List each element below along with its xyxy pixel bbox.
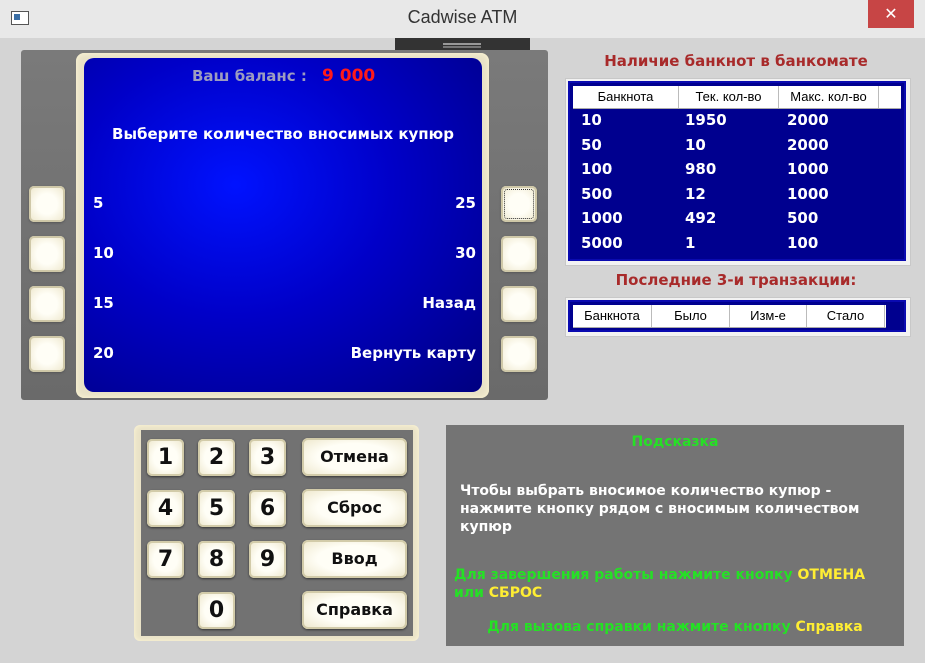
- table-cell: 500: [581, 185, 613, 203]
- table-cell: 1000: [581, 209, 623, 227]
- hint-text-part: Для завершения работы нажмите кнопку: [454, 567, 798, 583]
- transactions-table: Банкнота Было Изм-е Стало: [568, 300, 906, 332]
- key-0[interactable]: 0: [198, 592, 235, 629]
- option-right-4: Вернуть карту: [350, 344, 476, 362]
- table-cell: 10: [581, 111, 602, 129]
- key-5[interactable]: 5: [198, 490, 235, 527]
- close-button[interactable]: ✕: [868, 0, 914, 28]
- side-button-right-3[interactable]: [501, 286, 537, 322]
- column-header[interactable]: Стало: [807, 305, 885, 327]
- atm-window: Cadwise ATM ✕ Ваш баланс : 9 000 Выберит…: [0, 0, 925, 663]
- reset-button[interactable]: Сброс: [302, 489, 407, 527]
- key-9[interactable]: 9: [249, 541, 286, 578]
- side-button-left-2[interactable]: [29, 236, 65, 272]
- column-header[interactable]: Изм-е: [730, 305, 807, 327]
- key-6[interactable]: 6: [249, 490, 286, 527]
- hint-title: Подсказка: [631, 434, 719, 450]
- column-header[interactable]: Было: [652, 305, 730, 327]
- balance-label: Ваш баланс :: [192, 67, 307, 85]
- banknotes-table-header: Банкнота Тек. кол-во Макс. кол-во: [573, 86, 901, 109]
- transactions-table-header: Банкнота Было Изм-е Стало: [573, 305, 886, 328]
- option-right-3: Назад: [422, 294, 476, 312]
- title-bar: Cadwise ATM ✕: [0, 0, 925, 38]
- side-button-left-4[interactable]: [29, 336, 65, 372]
- atm-screen: [84, 58, 482, 392]
- column-header[interactable]: Макс. кол-во: [779, 86, 879, 108]
- key-1[interactable]: 1: [147, 439, 184, 476]
- table-cell: 12: [685, 185, 706, 203]
- banknotes-title: Наличие банкнот в банкомате: [604, 52, 868, 70]
- hint-highlight: ОТМЕНА: [797, 567, 866, 583]
- key-4[interactable]: 4: [147, 490, 184, 527]
- hint-text: Чтобы выбрать вносимое количество купюр …: [460, 483, 860, 535]
- key-8[interactable]: 8: [198, 541, 235, 578]
- table-cell: 2000: [787, 111, 829, 129]
- hint-text-part: Для вызова справки нажмите кнопку: [487, 619, 796, 635]
- hint-help-instruction: Для вызова справки нажмите кнопку Справк…: [446, 618, 904, 636]
- hint-text-part: или: [454, 585, 489, 601]
- option-left-1: 5: [93, 194, 104, 212]
- hint-highlight: СБРОС: [488, 585, 543, 601]
- side-button-right-1[interactable]: [501, 186, 537, 222]
- column-header[interactable]: Банкнота: [573, 86, 679, 108]
- table-cell: 980: [685, 160, 717, 178]
- table-cell: 2000: [787, 136, 829, 154]
- option-left-3: 15: [93, 294, 114, 312]
- transactions-title: Последние 3-и транзакции:: [615, 271, 857, 289]
- column-header[interactable]: Тек. кол-во: [679, 86, 779, 108]
- option-left-4: 20: [93, 344, 114, 362]
- table-cell: 100: [581, 160, 613, 178]
- table-cell: 50: [581, 136, 602, 154]
- option-left-2: 10: [93, 244, 114, 262]
- screen-prompt: Выберите количество вносимых купюр: [112, 125, 454, 143]
- hint-highlight: Справка: [795, 619, 863, 635]
- table-cell: 1: [685, 234, 696, 252]
- column-header[interactable]: Банкнота: [573, 305, 652, 327]
- table-cell: 10: [685, 136, 706, 154]
- side-button-right-2[interactable]: [501, 236, 537, 272]
- side-button-left-3[interactable]: [29, 286, 65, 322]
- key-3[interactable]: 3: [249, 439, 286, 476]
- table-cell: 1950: [685, 111, 727, 129]
- balance-value: 9 000: [322, 66, 376, 86]
- enter-button[interactable]: Ввод: [302, 540, 407, 578]
- key-7[interactable]: 7: [147, 541, 184, 578]
- table-cell: 100: [787, 234, 819, 252]
- help-button[interactable]: Справка: [302, 591, 407, 629]
- window-title: Cadwise ATM: [407, 7, 518, 27]
- hint-exit-instruction: Для завершения работы нажмите кнопку ОТМ…: [454, 566, 902, 602]
- side-button-right-4[interactable]: [501, 336, 537, 372]
- table-cell: 1000: [787, 185, 829, 203]
- option-right-1: 25: [455, 194, 476, 212]
- key-2[interactable]: 2: [198, 439, 235, 476]
- table-cell: 500: [787, 209, 819, 227]
- side-button-left-1[interactable]: [29, 186, 65, 222]
- option-right-2: 30: [455, 244, 476, 262]
- table-cell: 1000: [787, 160, 829, 178]
- table-cell: 5000: [581, 234, 623, 252]
- table-cell: 492: [685, 209, 717, 227]
- cancel-button[interactable]: Отмена: [302, 438, 407, 476]
